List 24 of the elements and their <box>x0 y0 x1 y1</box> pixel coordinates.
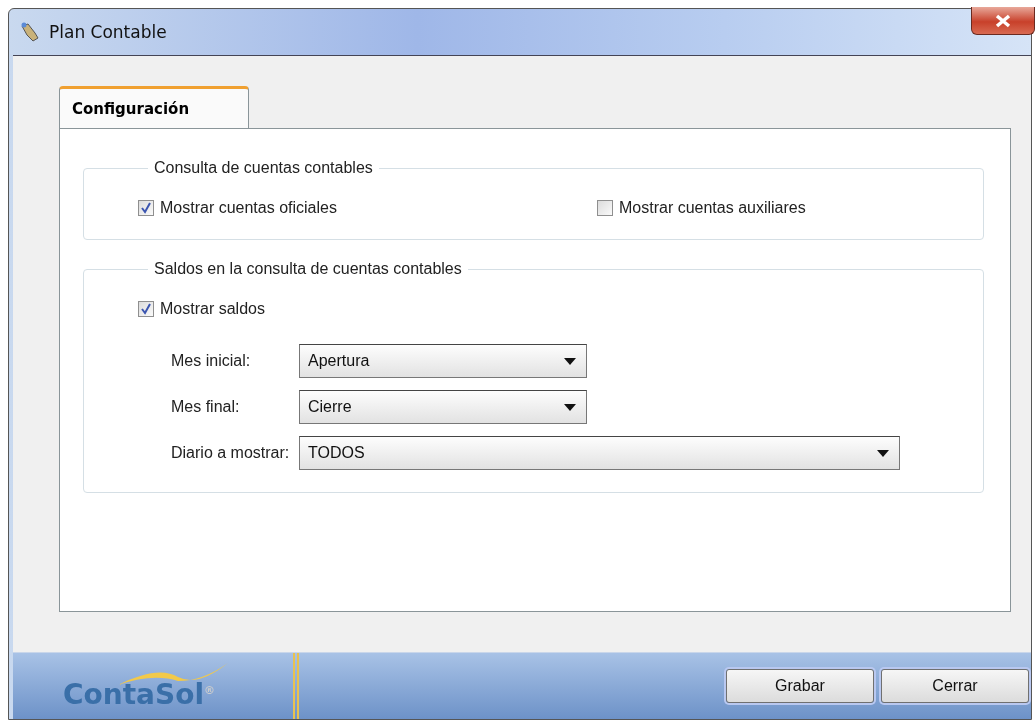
field-label: Diario a mostrar: <box>170 444 291 462</box>
dropdown-arrow-icon <box>564 403 576 411</box>
dropdown[interactable]: Cierre <box>299 390 587 424</box>
group-title: Consulta de cuentas contables <box>153 159 374 177</box>
dropdown[interactable]: TODOS <box>299 436 900 470</box>
logo: ContaSol$^{®}$ <box>63 678 215 711</box>
dropdown-arrow-icon <box>564 357 576 365</box>
checkbox-label[interactable]: Mostrar cuentas auxiliares <box>619 199 806 217</box>
close-icon <box>994 13 1012 28</box>
field-label: Mes inicial: <box>170 352 252 370</box>
checkbox[interactable] <box>138 301 154 317</box>
checkbox[interactable] <box>138 200 154 216</box>
checkbox-label[interactable]: Mostrar saldos <box>160 300 265 318</box>
footer-button[interactable]: Grabar <box>726 669 874 703</box>
checkbox[interactable] <box>597 200 613 216</box>
footer-button[interactable]: Cerrar <box>881 669 1029 703</box>
checkbox-label[interactable]: Mostrar cuentas oficiales <box>160 199 337 217</box>
field-label: Mes final: <box>170 398 241 416</box>
close-button[interactable] <box>971 7 1035 35</box>
group-title: Saldos en la consulta de cuentas contables <box>153 260 463 278</box>
dropdown[interactable]: Apertura <box>299 344 587 378</box>
dropdown-arrow-icon <box>877 449 889 457</box>
window-title: Plan Contable <box>49 22 167 42</box>
tab[interactable]: Configuración <box>59 86 249 128</box>
